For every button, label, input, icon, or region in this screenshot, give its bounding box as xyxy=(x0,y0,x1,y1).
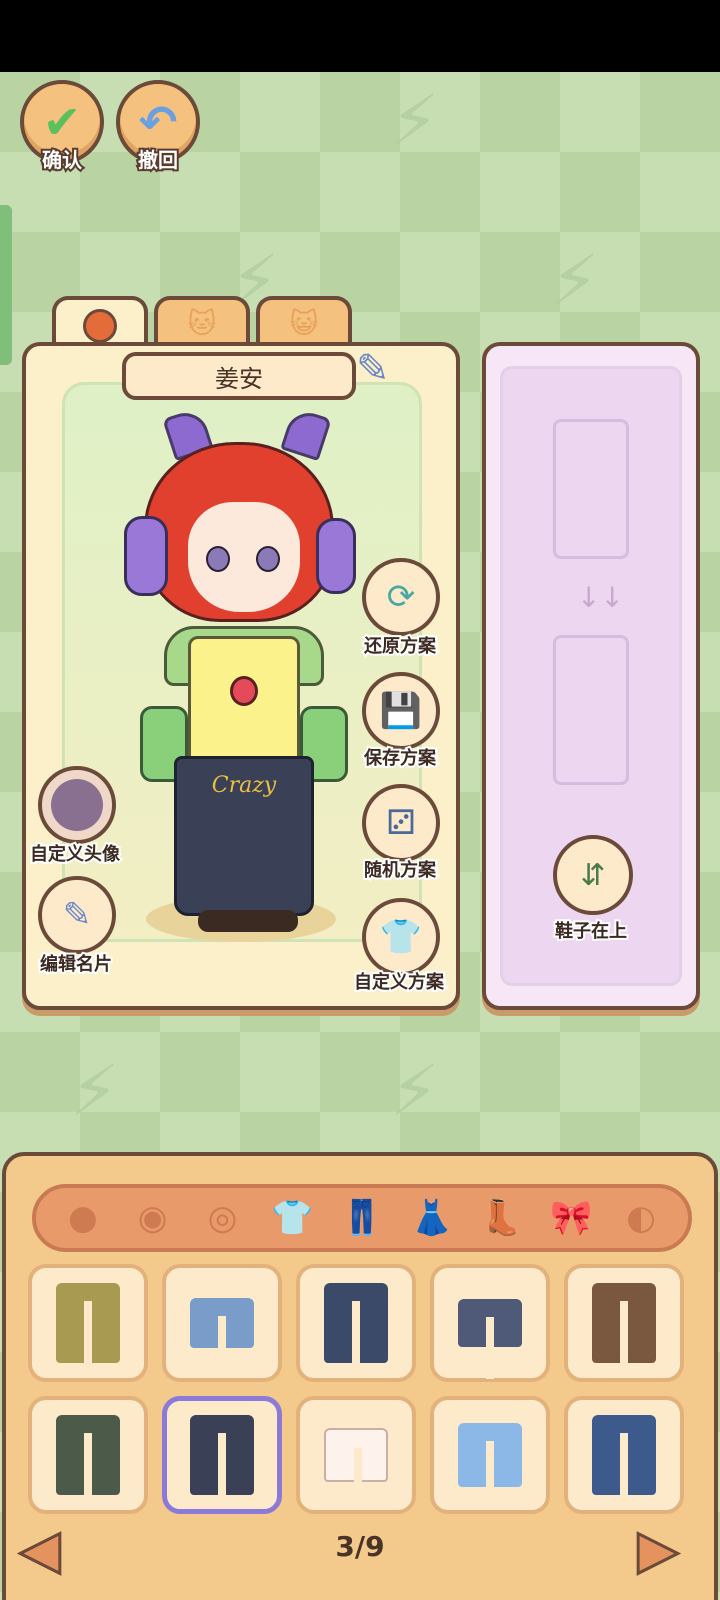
category-bar: ● ◉ ◎ 👕 👖 👗 👢 🎀 ◐ xyxy=(32,1184,692,1252)
name-plate[interactable]: 姜安 xyxy=(122,352,356,400)
lightning-icon: ⚡ xyxy=(550,240,600,322)
shorts-icon xyxy=(458,1423,522,1503)
item-olive-cargo-pants[interactable] xyxy=(28,1264,148,1382)
check-icon: ✔ xyxy=(42,95,82,149)
pants: Crazy xyxy=(174,756,314,916)
pants-outline-top xyxy=(553,419,629,559)
arrow-down-icon: ↓↓ xyxy=(577,581,624,614)
top-icon: 👕 xyxy=(271,1198,314,1238)
pants-icon xyxy=(190,1415,254,1495)
prev-page-button[interactable]: ◀ xyxy=(18,1519,62,1582)
face-icon xyxy=(83,309,117,343)
character-card: 姜安 ✎ Crazy 自定义头像 ✎ 编辑名片 ⟳ 还原方案 💾 保存方案 ⚂ … xyxy=(22,342,460,1010)
character-name: 姜安 xyxy=(215,364,263,393)
category-hair[interactable]: ◉ xyxy=(125,1190,181,1246)
shoes-on-top-button[interactable]: ⇵ xyxy=(553,835,633,915)
random-button[interactable]: ⚂ xyxy=(362,784,440,862)
undo-label: 撤回 xyxy=(136,146,180,174)
random-label: 随机方案 xyxy=(362,858,438,883)
headphone-right xyxy=(316,518,356,594)
bow-icon: 🎀 xyxy=(550,1198,593,1238)
floppy-icon: 💾 xyxy=(379,691,423,731)
save-button[interactable]: 💾 xyxy=(362,672,440,750)
layer-order-frame: ↓↓ ⇵ 鞋子在上 xyxy=(500,366,682,986)
lightning-icon: ⚡ xyxy=(390,1050,440,1132)
accessory-icon: ◐ xyxy=(626,1198,656,1238)
edit-card-button[interactable]: ✎ xyxy=(38,876,116,954)
pants-icon xyxy=(592,1415,656,1495)
item-star-denim-shorts[interactable] xyxy=(430,1396,550,1514)
edit-card-label: 编辑名片 xyxy=(38,952,114,977)
item-bow-flare-jeans[interactable] xyxy=(564,1396,684,1514)
pager: ◀ 3/9 ▶ xyxy=(0,1519,720,1582)
category-tops[interactable]: 👕 xyxy=(264,1190,320,1246)
eye-left xyxy=(206,546,230,572)
custom-plan-button[interactable]: 👕 xyxy=(362,898,440,976)
edit-card-icon: ✎ xyxy=(62,895,92,935)
lightning-icon: ⚡ xyxy=(70,1050,120,1132)
outfit-cards-icon: 👕 xyxy=(379,917,423,957)
skirt-icon xyxy=(458,1299,522,1379)
face-icon: ● xyxy=(68,1198,98,1238)
status-bar xyxy=(0,0,720,72)
lightning-icon: ⚡ xyxy=(390,80,440,162)
category-eyes[interactable]: ◎ xyxy=(194,1190,250,1246)
category-face[interactable]: ● xyxy=(55,1190,111,1246)
category-dress[interactable]: 👗 xyxy=(404,1190,460,1246)
pants-outline-bottom xyxy=(553,635,629,785)
cat-smile-icon: 😺 xyxy=(289,306,319,340)
shoes-icon: 👢 xyxy=(480,1198,523,1238)
custom-avatar-button[interactable] xyxy=(38,766,116,844)
restore-icon: ⟳ xyxy=(386,577,416,617)
pants-icon xyxy=(324,1283,388,1363)
pendant xyxy=(230,676,258,706)
dress-icon: 👗 xyxy=(410,1198,453,1238)
item-denim-shorts[interactable] xyxy=(162,1264,282,1382)
hair-icon: ◉ xyxy=(137,1198,168,1238)
pants-icon xyxy=(56,1415,120,1495)
undo-icon: ↶ xyxy=(138,95,178,149)
cat-icon: 🐱 xyxy=(187,306,217,340)
category-pants[interactable]: 👖 xyxy=(334,1190,390,1246)
pants-print: Crazy xyxy=(211,773,277,798)
custom-avatar-label: 自定义头像 xyxy=(28,842,122,867)
eye-right xyxy=(256,546,280,572)
page-indicator: 3/9 xyxy=(335,1530,385,1563)
pants-icon xyxy=(56,1283,120,1363)
tab-cat-smile[interactable]: 😺 xyxy=(256,296,352,346)
eye-icon: ◎ xyxy=(207,1198,238,1238)
face xyxy=(188,502,300,612)
category-bow[interactable]: 🎀 xyxy=(543,1190,599,1246)
shoes-swap-icon: ⇵ xyxy=(580,857,606,893)
pants-icon xyxy=(592,1283,656,1363)
item-white-bloomers[interactable] xyxy=(296,1396,416,1514)
item-dark-jeans-frayed[interactable] xyxy=(296,1264,416,1382)
bloomers-icon xyxy=(324,1428,388,1510)
item-camo-pants[interactable] xyxy=(28,1396,148,1514)
shoes-on-top-label: 鞋子在上 xyxy=(553,919,629,944)
side-drawer-handle[interactable] xyxy=(0,205,12,365)
item-brown-wide-pants[interactable] xyxy=(564,1264,684,1382)
tab-cat[interactable]: 🐱 xyxy=(154,296,250,346)
avatar-icon xyxy=(51,779,103,831)
next-page-button[interactable]: ▶ xyxy=(636,1519,680,1582)
save-label: 保存方案 xyxy=(362,746,438,771)
restore-button[interactable]: ⟳ xyxy=(362,558,440,636)
item-crazy-wide-jeans[interactable] xyxy=(162,1396,282,1514)
character-figure: Crazy xyxy=(124,406,366,946)
headphone-left xyxy=(124,516,168,596)
pencil-icon[interactable]: ✎ xyxy=(356,346,390,392)
shorts-icon xyxy=(190,1298,254,1378)
pants-icon: 👖 xyxy=(340,1198,384,1238)
layer-order-card: ↓↓ ⇵ 鞋子在上 xyxy=(482,342,700,1010)
item-ripped-mini-skirt[interactable] xyxy=(430,1264,550,1382)
category-accessory[interactable]: ◐ xyxy=(613,1190,669,1246)
shoes xyxy=(198,910,298,932)
dice-icon: ⚂ xyxy=(386,803,416,843)
restore-label: 还原方案 xyxy=(362,634,438,659)
confirm-label: 确认 xyxy=(40,146,84,174)
category-shoes[interactable]: 👢 xyxy=(473,1190,529,1246)
custom-plan-label: 自定义方案 xyxy=(352,970,446,995)
